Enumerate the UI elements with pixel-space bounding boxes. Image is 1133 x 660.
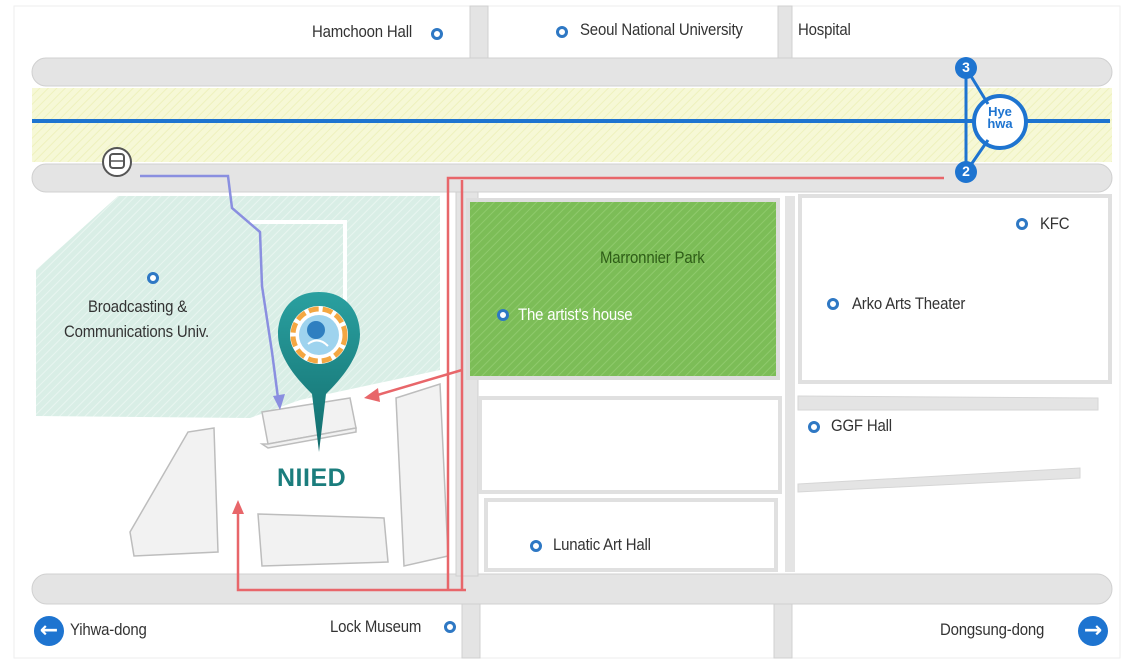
ggf-hall-marker [808,421,820,433]
exit-2-label: 2 [962,163,970,179]
kfc-marker [1016,218,1028,230]
artists-house-label: The artist's house [518,305,633,324]
ggf-hall-label: GGF Hall [831,416,892,435]
snu-hospital-marker [556,26,568,38]
broadcasting-univ-label-1: Broadcasting & [88,297,187,316]
niied-label: NIIED [277,464,347,492]
arrow-left-icon[interactable]: ← [34,616,64,646]
arrow-right-icon[interactable]: → [1078,616,1108,646]
bus-stop-icon [102,147,132,177]
hamchoon-hall-label: Hamchoon Hall [312,22,412,41]
lunatic-art-hall-label: Lunatic Art Hall [553,535,651,554]
direction-yihwa-dong: Yihwa-dong [70,620,147,639]
lunatic-art-hall-marker [530,540,542,552]
hamchoon-hall-marker [431,28,443,40]
broadcasting-univ-marker [147,272,159,284]
subway-band [32,88,1112,162]
artists-house-marker [497,309,509,321]
marronnier-park-label: Marronnier Park [600,248,705,267]
lock-museum-marker [444,621,456,633]
marronnier-park [466,198,780,380]
kfc-label: KFC [1040,214,1070,233]
hyehwa-station-label: Hye hwa [986,105,1014,131]
arko-arts-theater-label: Arko Arts Theater [852,294,966,313]
snu-hospital-label: Seoul National University [580,20,743,39]
exit-3-label: 3 [962,59,970,75]
broadcasting-univ-label-2: Communications Univ. [64,322,210,341]
direction-dongsung-dong: Dongsung-dong [940,620,1045,639]
hyehwa-label-line2: hwa [987,116,1013,131]
lock-museum-label: Lock Museum [330,617,422,636]
snu-hospital-label-2: Hospital [798,20,851,39]
arko-arts-theater-marker [827,298,839,310]
